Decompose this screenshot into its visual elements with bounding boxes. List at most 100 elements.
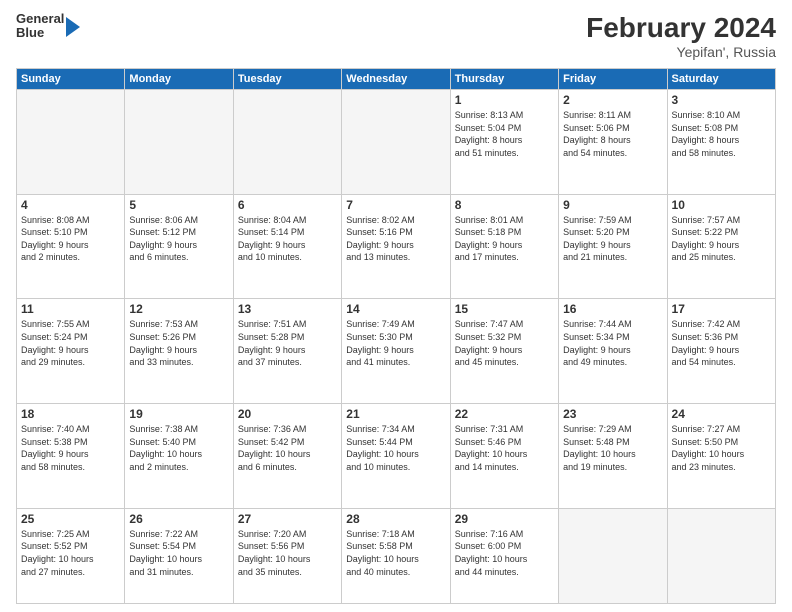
table-row: 5Sunrise: 8:06 AM Sunset: 5:12 PM Daylig… xyxy=(125,194,233,299)
table-row: 15 Sunrise: 7:47 AM Sunset: 5:32 PM Dayli… xyxy=(450,299,558,404)
day-info: Sunrise: 7:25 AM Sunset: 5:52 PM Dayligh… xyxy=(21,528,120,578)
table-row: 28 Sunrise: 7:18 AM Sunset: 5:58 PM Dayli… xyxy=(342,508,450,603)
table-row: 29Sunrise: 7:16 AM Sunset: 6:00 PM Dayli… xyxy=(450,508,558,603)
day-info: Sunrise: 7:38 AM Sunset: 5:40 PM Dayligh… xyxy=(129,423,228,473)
table-row: 1Sunrise: 8:13 AM Sunset: 5:04 PM Daylig… xyxy=(450,90,558,195)
table-row xyxy=(667,508,775,603)
day-number: 4 xyxy=(21,198,120,212)
day-info: Sunrise: 7:42 AM Sunset: 5:36 PM Dayligh… xyxy=(672,318,771,368)
weekday-header-row: Sunday Monday Tuesday Wednesday Thursday… xyxy=(17,69,776,90)
day-number: 12 xyxy=(129,302,228,316)
day-info: Sunrise: 7:40 AM Sunset: 5:38 PM Dayligh… xyxy=(21,423,120,473)
page: General Blue February 2024 Yepifan', Rus… xyxy=(0,0,792,612)
table-row: 2 Sunrise: 8:11 AM Sunset: 5:06 PM Daylig… xyxy=(559,90,667,195)
day-info: Sunrise: 8:02 AM Sunset: 5:16 PM Dayligh… xyxy=(346,214,445,264)
table-row xyxy=(559,508,667,603)
day-number: 23 xyxy=(563,407,662,421)
table-row xyxy=(125,90,233,195)
day-info: Sunrise: 7:47 AM Sunset: 5:32 PM Dayligh… xyxy=(455,318,554,368)
day-info: Sunrise: 8:10 AM Sunset: 5:08 PM Dayligh… xyxy=(672,109,771,159)
day-info: Sunrise: 7:49 AM Sunset: 5:30 PM Dayligh… xyxy=(346,318,445,368)
day-number: 25 xyxy=(21,512,120,526)
day-info: Sunrise: 7:36 AM Sunset: 5:42 PM Dayligh… xyxy=(238,423,337,473)
calendar-table: Sunday Monday Tuesday Wednesday Thursday… xyxy=(16,68,776,604)
table-row xyxy=(342,90,450,195)
day-number: 22 xyxy=(455,407,554,421)
header-thursday: Thursday xyxy=(450,69,558,90)
day-info: Sunrise: 7:29 AM Sunset: 5:48 PM Dayligh… xyxy=(563,423,662,473)
day-number: 27 xyxy=(238,512,337,526)
day-info: Sunrise: 8:04 AM Sunset: 5:14 PM Dayligh… xyxy=(238,214,337,264)
table-row: 12 Sunrise: 7:53 AM Sunset: 5:26 PM Dayli… xyxy=(125,299,233,404)
day-number: 9 xyxy=(563,198,662,212)
table-row: 4 Sunrise: 8:08 AM Sunset: 5:10 PM Daylig… xyxy=(17,194,125,299)
table-row: 9 Sunrise: 7:59 AM Sunset: 5:20 PM Daylig… xyxy=(559,194,667,299)
day-number: 6 xyxy=(238,198,337,212)
table-row: 14 Sunrise: 7:49 AM Sunset: 5:30 PM Dayli… xyxy=(342,299,450,404)
day-number: 14 xyxy=(346,302,445,316)
header-wednesday: Wednesday xyxy=(342,69,450,90)
day-info: Sunrise: 7:59 AM Sunset: 5:20 PM Dayligh… xyxy=(563,214,662,264)
logo-text: General Blue xyxy=(16,12,64,41)
logo-arrow-icon xyxy=(66,17,80,37)
day-number: 13 xyxy=(238,302,337,316)
day-number: 29 xyxy=(455,512,554,526)
table-row: 21 Sunrise: 7:34 AM Sunset: 5:44 PM Dayli… xyxy=(342,404,450,509)
table-row: 22Sunrise: 7:31 AM Sunset: 5:46 PM Dayli… xyxy=(450,404,558,509)
day-info: Sunrise: 7:34 AM Sunset: 5:44 PM Dayligh… xyxy=(346,423,445,473)
header-tuesday: Tuesday xyxy=(233,69,341,90)
table-row: 17 Sunrise: 7:42 AM Sunset: 5:36 PM Dayli… xyxy=(667,299,775,404)
day-info: Sunrise: 7:20 AM Sunset: 5:56 PM Dayligh… xyxy=(238,528,337,578)
day-number: 10 xyxy=(672,198,771,212)
day-number: 21 xyxy=(346,407,445,421)
day-number: 28 xyxy=(346,512,445,526)
day-info: Sunrise: 7:57 AM Sunset: 5:22 PM Dayligh… xyxy=(672,214,771,264)
table-row: 13 Sunrise: 7:51 AM Sunset: 5:28 PM Dayli… xyxy=(233,299,341,404)
day-number: 3 xyxy=(672,93,771,107)
table-row: 18 Sunrise: 7:40 AM Sunset: 5:38 PM Dayli… xyxy=(17,404,125,509)
header-sunday: Sunday xyxy=(17,69,125,90)
header-saturday: Saturday xyxy=(667,69,775,90)
table-row: 10 Sunrise: 7:57 AM Sunset: 5:22 PM Dayli… xyxy=(667,194,775,299)
day-info: Sunrise: 8:13 AM Sunset: 5:04 PM Dayligh… xyxy=(455,109,554,159)
day-number: 16 xyxy=(563,302,662,316)
day-info: Sunrise: 7:27 AM Sunset: 5:50 PM Dayligh… xyxy=(672,423,771,473)
day-info: Sunrise: 7:18 AM Sunset: 5:58 PM Dayligh… xyxy=(346,528,445,578)
table-row: 7 Sunrise: 8:02 AM Sunset: 5:16 PM Daylig… xyxy=(342,194,450,299)
day-info: Sunrise: 7:55 AM Sunset: 5:24 PM Dayligh… xyxy=(21,318,120,368)
calendar-title: February 2024 xyxy=(586,12,776,44)
day-number: 17 xyxy=(672,302,771,316)
table-row: 24 Sunrise: 7:27 AM Sunset: 5:50 PM Dayli… xyxy=(667,404,775,509)
day-number: 24 xyxy=(672,407,771,421)
calendar-subtitle: Yepifan', Russia xyxy=(586,44,776,60)
header-friday: Friday xyxy=(559,69,667,90)
table-row xyxy=(233,90,341,195)
table-row: 26 Sunrise: 7:22 AM Sunset: 5:54 PM Dayli… xyxy=(125,508,233,603)
day-info: Sunrise: 7:53 AM Sunset: 5:26 PM Dayligh… xyxy=(129,318,228,368)
table-row: 27 Sunrise: 7:20 AM Sunset: 5:56 PM Dayli… xyxy=(233,508,341,603)
header: General Blue February 2024 Yepifan', Rus… xyxy=(16,12,776,60)
day-number: 7 xyxy=(346,198,445,212)
day-number: 2 xyxy=(563,93,662,107)
day-number: 20 xyxy=(238,407,337,421)
day-number: 26 xyxy=(129,512,228,526)
day-info: Sunrise: 8:08 AM Sunset: 5:10 PM Dayligh… xyxy=(21,214,120,264)
table-row: 6 Sunrise: 8:04 AM Sunset: 5:14 PM Daylig… xyxy=(233,194,341,299)
table-row: 8Sunrise: 8:01 AM Sunset: 5:18 PM Daylig… xyxy=(450,194,558,299)
table-row: 25 Sunrise: 7:25 AM Sunset: 5:52 PM Dayli… xyxy=(17,508,125,603)
logo: General Blue xyxy=(16,12,80,41)
day-info: Sunrise: 8:11 AM Sunset: 5:06 PM Dayligh… xyxy=(563,109,662,159)
day-info: Sunrise: 7:22 AM Sunset: 5:54 PM Dayligh… xyxy=(129,528,228,578)
title-area: February 2024 Yepifan', Russia xyxy=(586,12,776,60)
table-row xyxy=(17,90,125,195)
day-number: 8 xyxy=(455,198,554,212)
table-row: 16 Sunrise: 7:44 AM Sunset: 5:34 PM Dayli… xyxy=(559,299,667,404)
table-row: 20 Sunrise: 7:36 AM Sunset: 5:42 PM Dayli… xyxy=(233,404,341,509)
day-info: Sunrise: 8:06 AM Sunset: 5:12 PM Dayligh… xyxy=(129,214,228,264)
day-number: 15 xyxy=(455,302,554,316)
day-info: Sunrise: 7:51 AM Sunset: 5:28 PM Dayligh… xyxy=(238,318,337,368)
header-monday: Monday xyxy=(125,69,233,90)
logo-line1: General xyxy=(16,12,64,26)
day-info: Sunrise: 7:44 AM Sunset: 5:34 PM Dayligh… xyxy=(563,318,662,368)
day-number: 18 xyxy=(21,407,120,421)
